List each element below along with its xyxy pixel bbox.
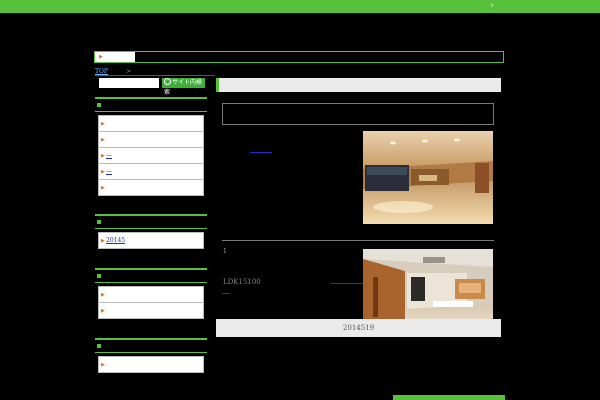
widget-list-archive: ▶ 20145 bbox=[98, 232, 204, 249]
list-item[interactable]: ▶ bbox=[99, 132, 203, 148]
main-header-accent bbox=[216, 78, 219, 92]
post-date-bar: 2014519 bbox=[216, 319, 501, 337]
widget-title-line bbox=[95, 97, 207, 99]
triangle-marker-icon: ▶ bbox=[101, 137, 105, 143]
widget-title-line bbox=[95, 214, 207, 216]
bottom-green-button[interactable] bbox=[393, 395, 505, 400]
triangle-marker-icon: ▶ bbox=[99, 54, 103, 60]
widget-title-line bbox=[95, 338, 207, 340]
widget-list-category: ▶ ▶ bbox=[98, 286, 204, 319]
widget-title-underline bbox=[95, 282, 207, 283]
list-item[interactable]: ▶ bbox=[99, 116, 203, 132]
breadcrumb: TOP > bbox=[95, 68, 131, 75]
widget-title-marker bbox=[97, 220, 101, 224]
triangle-marker-icon: ▶ bbox=[101, 121, 105, 127]
widget-title-underline bbox=[95, 111, 207, 112]
triangle-marker-icon: ▶ bbox=[101, 185, 105, 191]
list-item[interactable]: ▶ 20145 bbox=[99, 233, 203, 249]
breadcrumb-home-link[interactable]: TOP bbox=[95, 68, 108, 75]
widget-title-marker bbox=[97, 344, 101, 348]
post-ldk-text: LDK15100 bbox=[223, 278, 261, 286]
room-photo-1[interactable] bbox=[363, 131, 493, 224]
list-item[interactable]: ▶ bbox=[99, 287, 203, 303]
top-bar bbox=[0, 0, 600, 13]
search-icon bbox=[164, 78, 171, 85]
triangle-marker-icon: ▶ bbox=[101, 169, 105, 175]
widget-title-underline bbox=[95, 352, 207, 353]
breadcrumb-separator: > bbox=[125, 68, 131, 75]
post-title-box bbox=[222, 103, 494, 125]
triangle-marker-icon: ▶ bbox=[101, 308, 105, 314]
chevron-right-icon[interactable]: › bbox=[490, 1, 494, 11]
triangle-marker-icon: ▶ bbox=[101, 153, 105, 159]
inline-link[interactable] bbox=[222, 293, 230, 294]
breadcrumb-divider bbox=[95, 75, 215, 76]
site-title-bar bbox=[94, 51, 504, 63]
list-item[interactable]: ▶ bbox=[99, 357, 203, 373]
widget-title-line bbox=[95, 268, 207, 270]
post-divider bbox=[222, 240, 494, 241]
triangle-marker-icon: ▶ bbox=[101, 292, 105, 298]
widget-title-marker bbox=[97, 103, 101, 107]
widget-list-recent: ▶ ▶ ▶ — ▶ — ▶ bbox=[98, 115, 204, 196]
triangle-marker-icon: ▶ bbox=[101, 362, 105, 368]
list-item[interactable]: ▶ — bbox=[99, 164, 203, 180]
widget-title-underline bbox=[95, 228, 207, 229]
list-item[interactable]: ▶ — bbox=[99, 148, 203, 164]
search-input[interactable] bbox=[99, 78, 159, 88]
search-button[interactable]: サイト内検索 bbox=[162, 78, 205, 96]
triangle-marker-icon: ▶ bbox=[101, 238, 105, 244]
post-number: 1 bbox=[223, 248, 227, 255]
widget-list-links: ▶ bbox=[98, 356, 204, 373]
inline-link[interactable] bbox=[250, 152, 272, 153]
list-item[interactable]: ▶ bbox=[99, 180, 203, 196]
list-item[interactable]: ▶ bbox=[99, 303, 203, 319]
widget-title-marker bbox=[97, 274, 101, 278]
main-header-bar bbox=[216, 78, 501, 92]
